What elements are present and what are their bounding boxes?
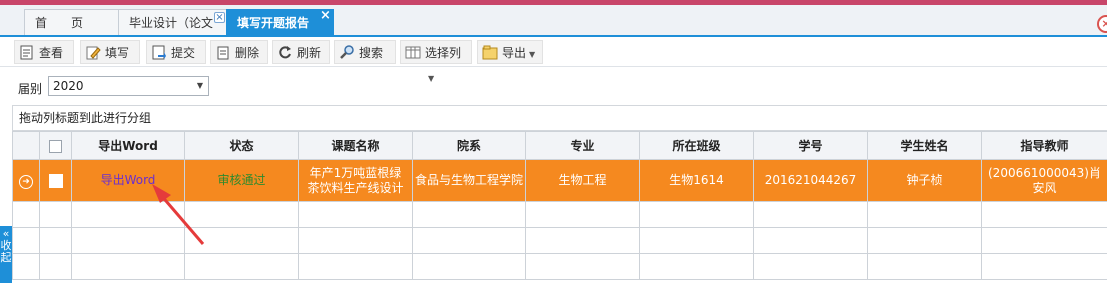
- search-label: 搜索: [359, 46, 384, 60]
- header-indicator: [12, 131, 40, 160]
- export-label: 导出: [502, 46, 527, 60]
- student-id-cell: 201621044267: [753, 159, 868, 202]
- close-icon[interactable]: ×: [214, 12, 225, 23]
- chevron-down-icon: ▼: [196, 81, 203, 90]
- tab-home-label: 首 页: [35, 16, 84, 30]
- delete-icon: [217, 46, 229, 60]
- export-icon: [482, 45, 498, 60]
- table-row: [12, 201, 1107, 228]
- row-indicator-cell: ➜: [12, 159, 40, 202]
- chevron-down-icon: ▼: [529, 50, 536, 59]
- close-icon[interactable]: ×: [320, 9, 331, 22]
- search-button[interactable]: 搜索: [334, 40, 396, 64]
- select-all-checkbox[interactable]: [49, 139, 62, 153]
- data-grid: 导出Word 状态 课题名称 院系 专业 所在班级 学号 学生姓名 指导教师 ➜…: [12, 131, 1107, 280]
- dept-cell: 食品与生物工程学院: [412, 159, 526, 202]
- refresh-button[interactable]: 刷新: [272, 40, 330, 64]
- tab-fill-proposal-label: 填写开题报告: [237, 16, 310, 30]
- view-button[interactable]: 查看: [14, 40, 74, 64]
- header-student-id[interactable]: 学号: [753, 131, 868, 160]
- tab-graduation-design[interactable]: 毕业设计（论文 ×: [118, 9, 228, 35]
- header-title[interactable]: 课题名称: [298, 131, 413, 160]
- select-columns-button[interactable]: 选择列▼: [400, 40, 472, 83]
- class-cell: 生物1614: [639, 159, 754, 202]
- view-label: 查看: [39, 46, 64, 60]
- session-label: 届别: [18, 82, 43, 96]
- row-checkbox[interactable]: [48, 173, 63, 188]
- window-close-icon[interactable]: ×: [1097, 15, 1107, 33]
- columns-icon: [405, 46, 421, 59]
- title-cell: 年产1万吨蓝根绿茶饮料生产线设计: [298, 159, 413, 202]
- advisor-cell: (200661000043)肖安风: [981, 159, 1107, 202]
- submit-button[interactable]: 提交: [146, 40, 206, 64]
- row-checkbox-cell: [39, 159, 72, 202]
- table-row: [12, 227, 1107, 254]
- fill-label: 填写: [105, 46, 130, 60]
- header-advisor[interactable]: 指导教师: [981, 131, 1107, 160]
- tab-graduation-design-label: 毕业设计（论文: [129, 16, 214, 30]
- tab-bar: 首 页 毕业设计（论文 × 填写开题报告 × ×: [0, 5, 1107, 37]
- collapse-side-tab[interactable]: « 收 起: [0, 226, 12, 283]
- arrow-right-icon: ➜: [19, 174, 33, 189]
- delete-label: 删除: [235, 46, 260, 60]
- header-class[interactable]: 所在班级: [639, 131, 754, 160]
- export-word-link[interactable]: 导出Word: [71, 159, 185, 202]
- header-major[interactable]: 专业: [525, 131, 640, 160]
- submit-label: 提交: [171, 46, 196, 60]
- view-icon: [20, 45, 33, 60]
- delete-button[interactable]: 删除: [210, 40, 268, 64]
- session-select[interactable]: 2020 ▼: [48, 76, 209, 96]
- table-row: [12, 253, 1107, 280]
- student-name-cell: 钟子桢: [867, 159, 982, 202]
- group-by-panel[interactable]: 拖动列标题到此进行分组: [12, 105, 1107, 131]
- major-cell: 生物工程: [525, 159, 640, 202]
- export-button[interactable]: 导出 ▼: [477, 40, 543, 64]
- filter-row: 届别 2020 ▼: [0, 67, 1107, 105]
- session-select-value: 2020: [53, 79, 84, 93]
- select-columns-label: 选择列: [425, 46, 462, 60]
- toolbar: 查看 填写 提交 删除 刷新 搜索 选择列▼ 导出 ▼: [0, 37, 1107, 83]
- header-status[interactable]: 状态: [184, 131, 299, 160]
- collapse-side-tab-label: « 收 起: [0, 227, 12, 264]
- submit-icon: [152, 45, 166, 60]
- tab-home[interactable]: 首 页: [24, 9, 120, 35]
- fill-button[interactable]: 填写: [80, 40, 140, 64]
- header-export[interactable]: 导出Word: [71, 131, 185, 160]
- header-dept[interactable]: 院系: [412, 131, 526, 160]
- header-row: 导出Word 状态 课题名称 院系 专业 所在班级 学号 学生姓名 指导教师: [12, 131, 1107, 160]
- tab-fill-proposal[interactable]: 填写开题报告 ×: [226, 9, 334, 35]
- search-icon: [340, 45, 354, 59]
- header-checkbox-cell: [39, 131, 72, 160]
- status-cell: 审核通过: [184, 159, 299, 202]
- table-row[interactable]: ➜ 导出Word 审核通过 年产1万吨蓝根绿茶饮料生产线设计 食品与生物工程学院…: [12, 159, 1107, 202]
- edit-icon: [86, 46, 101, 60]
- refresh-icon: [279, 46, 291, 59]
- refresh-label: 刷新: [297, 46, 322, 60]
- header-student-name[interactable]: 学生姓名: [867, 131, 982, 160]
